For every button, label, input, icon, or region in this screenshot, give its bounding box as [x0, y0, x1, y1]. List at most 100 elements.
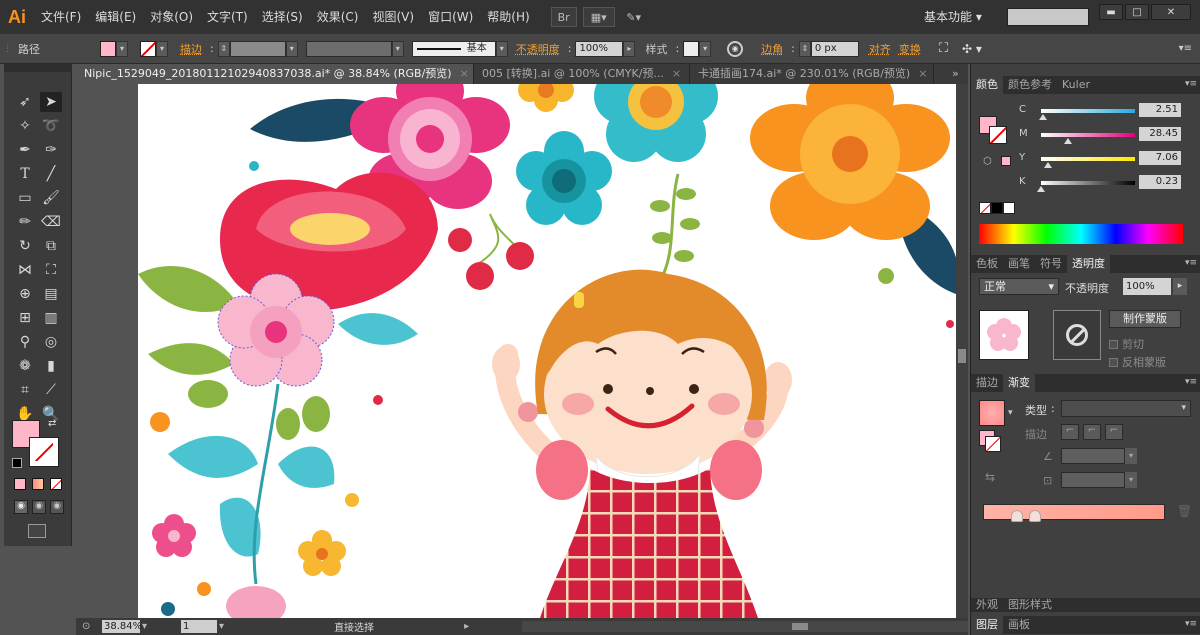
gradient-stop-right[interactable]: [1029, 510, 1041, 522]
default-fill-stroke-icon[interactable]: [12, 458, 22, 468]
tab-graphic-styles[interactable]: 图形样式: [1003, 598, 1057, 612]
vertical-scroll-thumb[interactable]: [958, 349, 966, 363]
channel-slider-knob[interactable]: [1037, 186, 1046, 192]
tab-color-guide[interactable]: 颜色参考: [1003, 76, 1057, 94]
isolate-selection-icon[interactable]: ⛶: [939, 41, 948, 56]
horizontal-scroll-thumb[interactable]: [792, 623, 808, 630]
panel-menu-icon[interactable]: ▾≡: [1185, 258, 1197, 268]
channel-slider-track[interactable]: [1041, 109, 1135, 113]
menu-item[interactable]: 视图(V): [365, 0, 421, 34]
corner-stepper[interactable]: ⇕: [798, 40, 811, 57]
horizontal-scrollbar[interactable]: [522, 621, 968, 632]
tab-artboards[interactable]: 画板: [1003, 616, 1035, 634]
stroke-weight-stepper[interactable]: ⇕: [217, 40, 230, 57]
status-menu-arrow[interactable]: ▸: [464, 621, 469, 632]
tab-overflow-icon[interactable]: »: [952, 64, 968, 84]
scale-tool-icon[interactable]: ⧉: [40, 236, 62, 256]
stroke-gradient-option-1[interactable]: ⌐: [1061, 424, 1079, 440]
tab-document-2[interactable]: 005 [转换].ai @ 100% (CMYK/预... ×: [474, 64, 690, 84]
minimize-button[interactable]: ▬: [1099, 4, 1123, 20]
channel-value-field[interactable]: 2.51: [1139, 103, 1181, 117]
eraser-tool-icon[interactable]: ⌫: [40, 212, 62, 232]
arrange-documents-icon[interactable]: ▦▾: [582, 7, 615, 27]
mask-thumbnail[interactable]: [1053, 310, 1101, 360]
gradient-stroke-box[interactable]: [985, 436, 1001, 452]
none-swatch[interactable]: [979, 202, 991, 214]
rotate-tool-icon[interactable]: ↻: [14, 236, 36, 256]
stroke-color-box[interactable]: [29, 437, 59, 467]
menu-item[interactable]: 文字(T): [200, 0, 255, 34]
menu-item[interactable]: 效果(C): [310, 0, 366, 34]
canvas-pasteboard[interactable]: [76, 84, 956, 618]
curvature-tool-icon[interactable]: ✑: [40, 140, 62, 160]
tab-swatches[interactable]: 色板: [971, 255, 1003, 273]
artboard-dropdown[interactable]: ▾: [219, 621, 224, 632]
stroke-none-swatch[interactable]: [140, 40, 156, 57]
blend-tool-icon[interactable]: ◎: [40, 332, 62, 352]
fill-swatch[interactable]: [100, 40, 116, 57]
draw-behind-icon[interactable]: ◉: [32, 500, 46, 514]
graphic-style-swatch[interactable]: [683, 40, 700, 57]
tab-document-1[interactable]: Nipic_1529049_20180112102940837038.ai* @…: [76, 64, 474, 84]
clip-checkbox[interactable]: [1109, 339, 1118, 349]
selection-tool-icon[interactable]: ➶: [14, 92, 36, 112]
gamut-swatch[interactable]: [1001, 156, 1011, 166]
channel-slider-track[interactable]: [1041, 133, 1135, 137]
tab-symbols[interactable]: 符号: [1035, 255, 1067, 273]
zoom-dropdown[interactable]: ▾: [142, 621, 147, 632]
control-bar-menu-icon[interactable]: ▾≡: [1179, 43, 1192, 54]
clip-checkbox-row[interactable]: 剪切: [1109, 336, 1144, 352]
artboard-number-field[interactable]: 1: [181, 620, 218, 633]
tab-kuler[interactable]: Kuler: [1057, 76, 1095, 94]
align-link[interactable]: 对齐: [865, 41, 895, 57]
direct-selection-tool-icon[interactable]: ➤: [40, 92, 62, 112]
line-segment-tool-icon[interactable]: ╱: [40, 164, 62, 184]
zoom-level-field[interactable]: 38.84%: [102, 620, 142, 633]
stroke-gradient-option-2[interactable]: ⌐: [1083, 424, 1101, 440]
panel-menu-icon[interactable]: ▾≡: [1185, 619, 1197, 629]
eyedropper-tool-icon[interactable]: ⚲: [14, 332, 36, 352]
artboard[interactable]: [138, 84, 956, 618]
menu-item[interactable]: 编辑(E): [88, 0, 143, 34]
transparency-opacity-field[interactable]: 100%: [1123, 278, 1171, 295]
paintbrush-tool-icon[interactable]: 🖌: [40, 188, 62, 208]
tab-color[interactable]: 颜色: [971, 76, 1003, 94]
invert-mask-checkbox[interactable]: [1109, 357, 1118, 367]
opacity-dropdown[interactable]: ▸: [623, 40, 636, 57]
object-thumbnail[interactable]: [979, 310, 1029, 360]
tab-layers[interactable]: 图层: [971, 616, 1003, 634]
symbol-sprayer-tool-icon[interactable]: ❁: [14, 356, 36, 376]
draw-normal-icon[interactable]: ◉: [14, 500, 28, 514]
channel-value-field[interactable]: 28.45: [1139, 127, 1181, 141]
close-tab-icon[interactable]: ×: [460, 67, 469, 80]
menu-item[interactable]: 文件(F): [34, 0, 88, 34]
stroke-dropdown[interactable]: ▾: [156, 40, 168, 57]
opacity-field[interactable]: 100%: [575, 40, 624, 57]
type-tool-icon[interactable]: T: [14, 164, 36, 184]
close-tab-icon[interactable]: ×: [672, 67, 681, 80]
search-input[interactable]: [1007, 8, 1089, 26]
white-swatch[interactable]: [1003, 202, 1015, 214]
brush-style-dropdown[interactable]: ▾: [495, 40, 508, 57]
tab-document-3[interactable]: 卡通插画174.ai* @ 230.01% (RGB/预览) ×: [690, 64, 934, 84]
menu-item[interactable]: 帮助(H): [480, 0, 536, 34]
gradient-mode-button[interactable]: [32, 478, 44, 490]
corner-field[interactable]: 0 px: [810, 40, 859, 57]
close-tab-icon[interactable]: ×: [918, 67, 927, 80]
gradient-preview[interactable]: [979, 400, 1005, 426]
lasso-tool-icon[interactable]: ➰: [40, 116, 62, 136]
gradient-angle-dropdown[interactable]: ▾: [1125, 448, 1137, 464]
close-window-button[interactable]: ✕: [1151, 4, 1191, 20]
width-tool-icon[interactable]: ⋈: [14, 260, 36, 280]
menu-item[interactable]: 选择(S): [255, 0, 310, 34]
maximize-button[interactable]: □: [1125, 4, 1149, 20]
pencil-tool-icon[interactable]: ✏: [14, 212, 36, 232]
menu-item[interactable]: 窗口(W): [421, 0, 480, 34]
transform-link[interactable]: 变换: [895, 41, 925, 57]
draw-inside-icon[interactable]: ◉: [50, 500, 64, 514]
corner-label[interactable]: 边角: [757, 41, 787, 57]
blend-mode-select[interactable]: 正常 ▾: [979, 278, 1059, 295]
channel-slider-knob[interactable]: [1063, 138, 1072, 144]
symbol-options-icon[interactable]: ✣ ▾: [962, 42, 982, 56]
workspace-switcher[interactable]: 基本功能 ▾: [918, 7, 988, 27]
